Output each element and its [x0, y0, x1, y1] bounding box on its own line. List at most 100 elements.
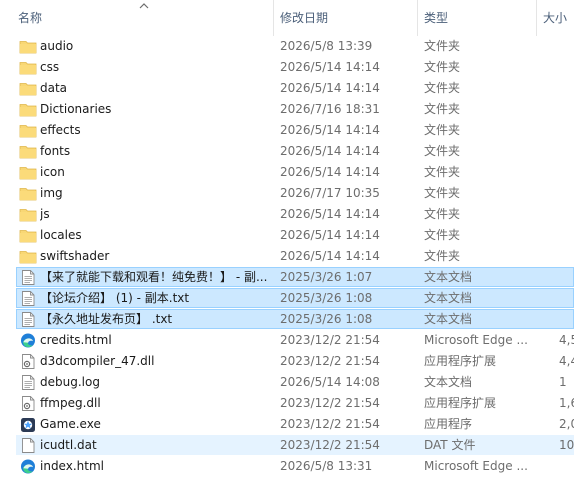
file-row[interactable]: icon 2026/5/14 14:14 文件夹 [0, 162, 574, 183]
modified-date: 2025/3/26 1:08 [280, 312, 373, 326]
file-size [559, 267, 574, 288]
file-type: Microsoft Edge ... [424, 333, 528, 347]
edge-icon [21, 459, 35, 474]
file-name: Game.exe [40, 417, 101, 431]
file-name: css [40, 60, 60, 74]
file-name: audio [40, 39, 74, 53]
text-file-icon [22, 270, 35, 285]
folder-icon [19, 41, 37, 54]
file-name: index.html [40, 459, 104, 473]
modified-date: 2023/12/2 21:54 [280, 438, 380, 452]
file-size [559, 99, 574, 120]
file-row[interactable]: icudtl.dat 2023/12/2 21:54 DAT 文件 10,2 [0, 435, 574, 456]
file-row[interactable]: locales 2026/5/14 14:14 文件夹 [0, 225, 574, 246]
file-row[interactable]: 【永久地址发布页】 .txt 2025/3/26 1:08 文本文档 [0, 309, 574, 330]
file-type: 文件夹 [424, 102, 461, 116]
file-type: 文本文档 [424, 312, 473, 326]
file-name: data [40, 81, 68, 95]
file-row[interactable]: js 2026/5/14 14:14 文件夹 [0, 204, 574, 225]
date-column-header[interactable]: 修改日期 [280, 0, 328, 36]
file-name: swiftshader [40, 249, 110, 263]
modified-date: 2026/5/14 14:14 [280, 123, 380, 137]
file-type: 应用程序 [424, 417, 473, 431]
file-size [559, 141, 574, 162]
file-size [559, 57, 574, 78]
column-header-bar: 名称 修改日期 类型 大小 [0, 0, 574, 36]
file-row[interactable]: credits.html 2023/12/2 21:54 Microsoft Edg… [0, 330, 574, 351]
text-file-icon [22, 312, 35, 327]
file-row[interactable]: effects 2026/5/14 14:14 文件夹 [0, 120, 574, 141]
file-size [559, 120, 574, 141]
file-type: 文本文档 [424, 291, 473, 305]
file-row[interactable]: ffmpeg.dll 2023/12/2 21:54 应用程序扩展 1,6 [0, 393, 574, 414]
file-name: debug.log [40, 375, 100, 389]
file-size: 10,2 [559, 438, 574, 452]
file-row[interactable]: data 2026/5/14 14:14 文件夹 [0, 78, 574, 99]
file-type: 文件夹 [424, 207, 461, 221]
file-name: fonts [40, 144, 71, 158]
modified-date: 2026/5/8 13:39 [280, 39, 373, 53]
file-row[interactable]: debug.log 2026/5/14 14:08 文本文档 1 [0, 372, 574, 393]
blank-file-icon [22, 438, 35, 453]
modified-date: 2026/5/14 14:14 [280, 81, 380, 95]
file-size [559, 456, 574, 477]
type-column-header[interactable]: 类型 [424, 0, 448, 36]
modified-date: 2023/12/2 21:54 [280, 333, 380, 347]
file-size [559, 225, 574, 246]
file-name: 【永久地址发布页】 .txt [40, 312, 173, 326]
folder-icon [19, 251, 37, 264]
file-type: Microsoft Edge ... [424, 459, 528, 473]
dll-icon [22, 354, 35, 369]
file-row[interactable]: swiftshader 2026/5/14 14:14 文件夹 [0, 246, 574, 267]
file-size: 1 [559, 375, 567, 389]
file-row[interactable]: Dictionaries 2026/7/16 18:31 文件夹 [0, 99, 574, 120]
modified-date: 2026/7/16 18:31 [280, 102, 380, 116]
file-name: ffmpeg.dll [40, 396, 101, 410]
file-row[interactable]: Game.exe 2023/12/2 21:54 应用程序 2,0 [0, 414, 574, 435]
modified-date: 2023/12/2 21:54 [280, 396, 380, 410]
file-size: 4,4 [559, 354, 574, 368]
file-name: d3dcompiler_47.dll [40, 354, 155, 368]
file-size [559, 246, 574, 267]
file-row[interactable]: index.html 2026/5/8 13:31 Microsoft Edge .… [0, 456, 574, 477]
file-name: js [40, 207, 50, 221]
file-row[interactable]: d3dcompiler_47.dll 2023/12/2 21:54 应用程序扩展 4… [0, 351, 574, 372]
file-type: 文件夹 [424, 165, 461, 179]
sort-ascending-icon[interactable] [138, 0, 150, 10]
file-type: 文件夹 [424, 249, 461, 263]
file-type: 应用程序扩展 [424, 354, 497, 368]
file-row[interactable]: 【来了就能下载和观看！纯免费！】 - 副... 2025/3/26 1:07 文本文… [0, 267, 574, 288]
file-type: 文件夹 [424, 123, 461, 137]
file-name: Dictionaries [40, 102, 112, 116]
file-name: icudtl.dat [40, 438, 97, 452]
folder-icon [19, 125, 37, 138]
game-exe-icon [21, 418, 35, 432]
file-name: img [40, 186, 63, 200]
dll-icon [22, 396, 35, 411]
modified-date: 2026/5/14 14:14 [280, 249, 380, 263]
file-row[interactable]: css 2026/5/14 14:14 文件夹 [0, 57, 574, 78]
folder-icon [19, 83, 37, 96]
size-column-header[interactable]: 大小 [543, 0, 567, 36]
file-size [559, 204, 574, 225]
column-divider[interactable] [417, 0, 418, 36]
edge-icon [21, 333, 35, 348]
folder-icon [19, 167, 37, 180]
name-column-header[interactable]: 名称 [18, 0, 42, 36]
modified-date: 2026/5/14 14:14 [280, 144, 380, 158]
folder-icon [19, 188, 37, 201]
file-type: 文本文档 [424, 270, 473, 284]
file-name: icon [40, 165, 65, 179]
file-type: 文件夹 [424, 186, 461, 200]
file-row[interactable]: 【论坛介绍】 (1) - 副本.txt 2025/3/26 1:08 文本文档 [0, 288, 574, 309]
column-divider[interactable] [273, 0, 274, 36]
file-row[interactable]: audio 2026/5/8 13:39 文件夹 [0, 36, 574, 57]
text-file-icon [22, 375, 35, 390]
column-divider[interactable] [536, 0, 537, 36]
file-row[interactable]: fonts 2026/5/14 14:14 文件夹 [0, 141, 574, 162]
modified-date: 2025/3/26 1:08 [280, 291, 373, 305]
file-type: DAT 文件 [424, 438, 476, 452]
folder-icon [19, 146, 37, 159]
file-row[interactable]: img 2026/7/17 10:35 文件夹 [0, 183, 574, 204]
modified-date: 2026/5/14 14:14 [280, 60, 380, 74]
